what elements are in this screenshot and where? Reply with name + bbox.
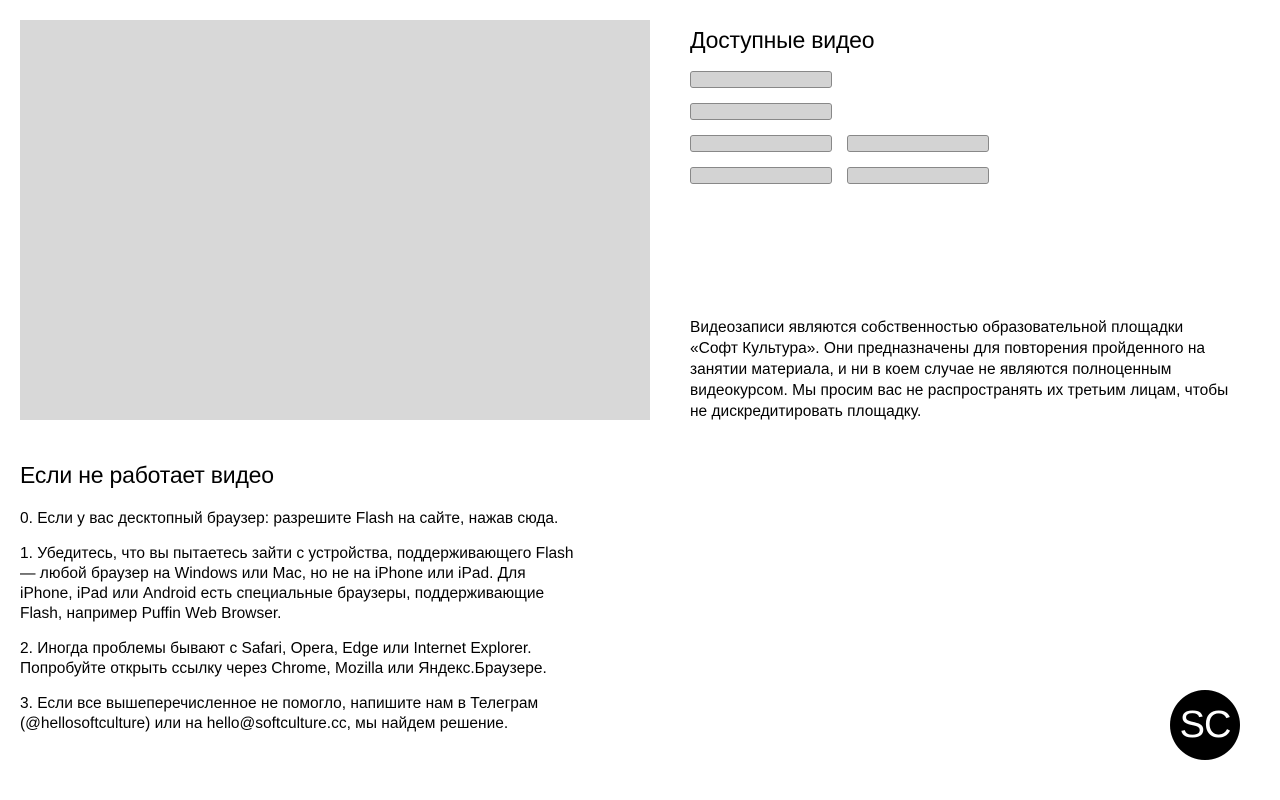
video-row bbox=[690, 103, 989, 120]
video-button[interactable] bbox=[847, 135, 989, 152]
video-row bbox=[690, 167, 989, 184]
troubleshooting-step-3: 3. Если все вышеперечисленное не помогло… bbox=[20, 694, 539, 732]
video-button[interactable] bbox=[690, 71, 832, 88]
troubleshooting-step-2: 2. Иногда проблемы бывают с Safari, Oper… bbox=[20, 639, 547, 677]
troubleshooting-section: Если не работает видео 0. Если у вас дес… bbox=[20, 462, 580, 749]
available-videos-panel: Доступные видео Видеозаписи являются соб… bbox=[690, 20, 1230, 420]
page: Доступные видео Видеозаписи являются соб… bbox=[0, 0, 1280, 800]
available-videos-title: Доступные видео bbox=[690, 27, 875, 53]
softculture-logo[interactable]: SC bbox=[1170, 690, 1240, 760]
video-row bbox=[690, 135, 989, 152]
video-button[interactable] bbox=[690, 103, 832, 120]
video-button-grid bbox=[690, 71, 989, 199]
video-row bbox=[690, 71, 989, 88]
troubleshooting-step-1: 1. Убедитесь, что вы пытаетесь зайти с у… bbox=[20, 544, 574, 622]
troubleshooting-step-0[interactable]: 0. Если у вас десктопный браузер: разреш… bbox=[20, 509, 580, 529]
troubleshooting-title: Если не работает видео bbox=[20, 462, 274, 488]
video-button[interactable] bbox=[690, 135, 832, 152]
copyright-notice: Видеозаписи являются собственностью обра… bbox=[690, 319, 1229, 420]
video-button[interactable] bbox=[690, 167, 832, 184]
video-player[interactable] bbox=[20, 20, 650, 420]
video-button[interactable] bbox=[847, 167, 989, 184]
